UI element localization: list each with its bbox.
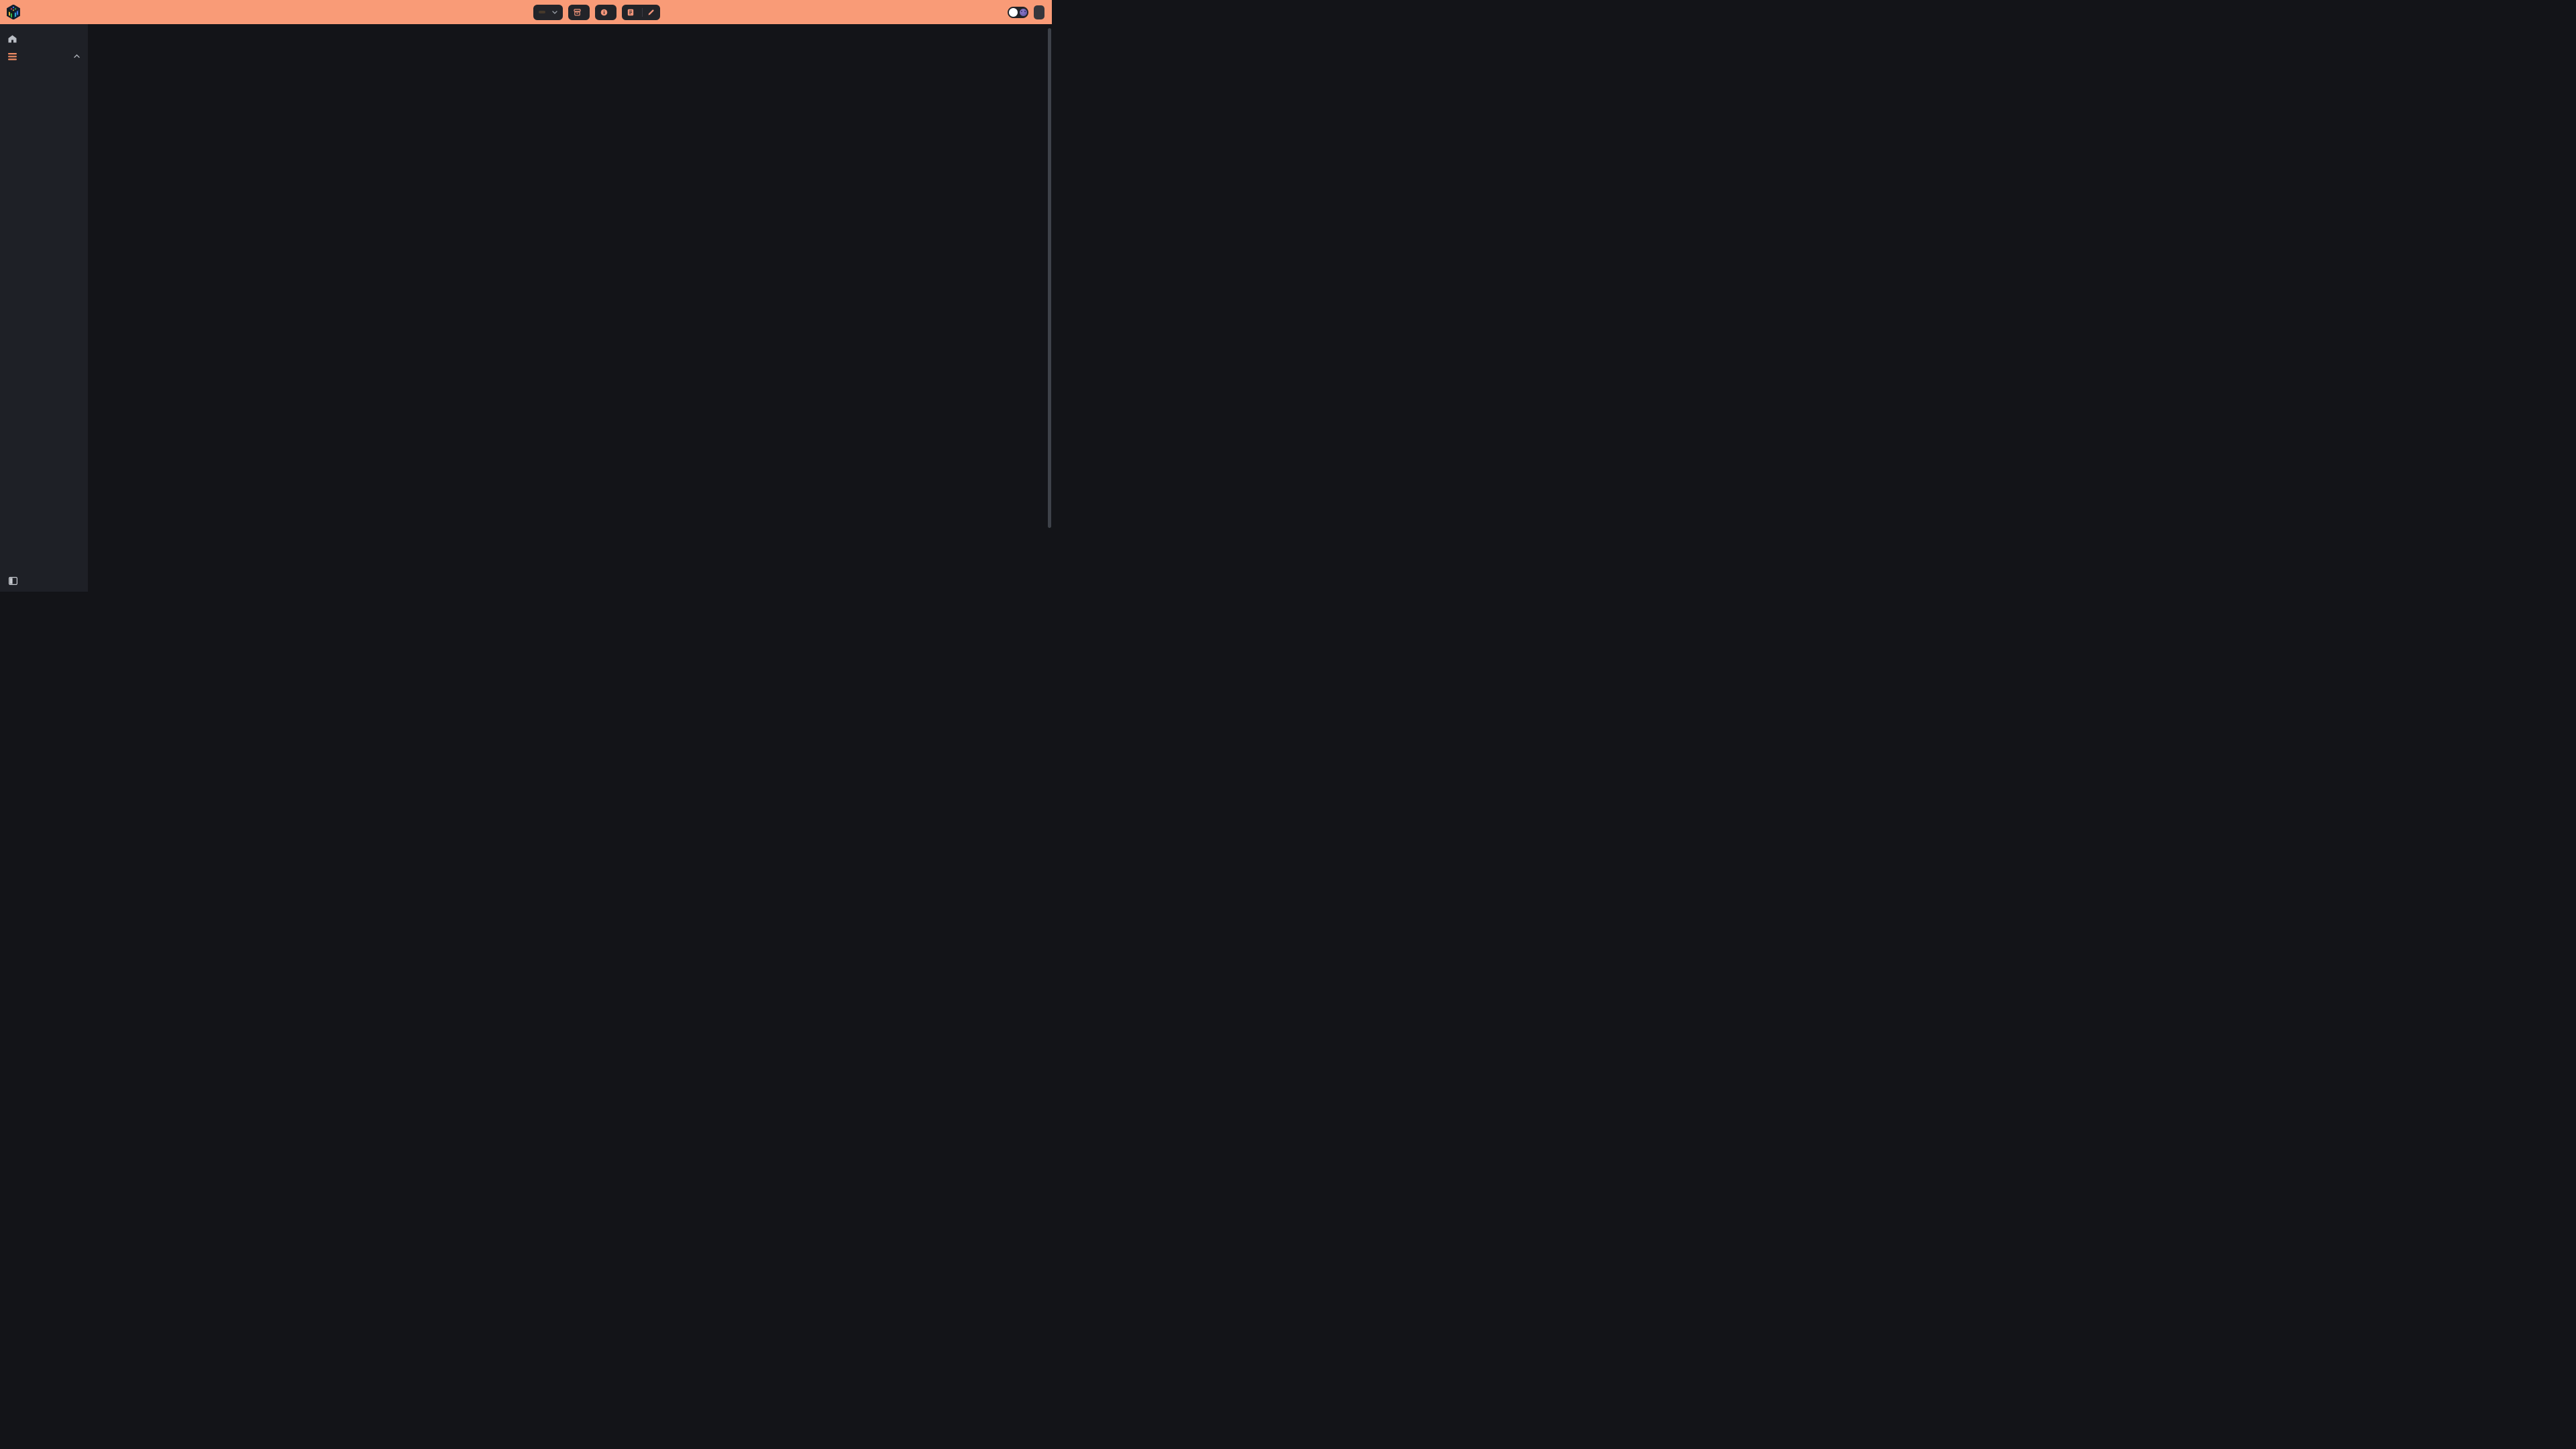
divider bbox=[642, 8, 643, 17]
sidebar bbox=[0, 24, 88, 592]
neetbox-logo-icon bbox=[7, 5, 20, 19]
app-root bbox=[0, 0, 1052, 592]
header-right bbox=[1008, 0, 1044, 24]
main-content bbox=[88, 24, 1052, 592]
top-header bbox=[0, 0, 1052, 24]
note-button-group bbox=[622, 5, 660, 20]
history-badge bbox=[539, 11, 545, 13]
history-selector[interactable] bbox=[533, 5, 563, 20]
sidebar-item-projects[interactable] bbox=[0, 48, 88, 65]
archive-icon bbox=[574, 9, 581, 16]
sidebar-item-overview[interactable] bbox=[0, 30, 88, 48]
info-icon bbox=[600, 9, 608, 16]
toggle-knob bbox=[1009, 8, 1018, 17]
home-icon bbox=[8, 35, 17, 43]
chevron-down-icon bbox=[552, 11, 557, 14]
collapse-sidebar-button[interactable] bbox=[9, 577, 23, 585]
collapse-sidebar-icon bbox=[9, 577, 17, 585]
chevron-up-icon bbox=[74, 54, 80, 58]
moon-icon bbox=[1020, 9, 1027, 16]
login-button[interactable] bbox=[1034, 5, 1044, 19]
dark-mode-toggle[interactable] bbox=[1008, 7, 1028, 18]
manage-button[interactable] bbox=[568, 5, 590, 20]
note-icon[interactable] bbox=[627, 9, 634, 16]
params-button[interactable] bbox=[595, 5, 616, 20]
page-scrollbar[interactable] bbox=[1048, 28, 1051, 528]
header-controls bbox=[533, 0, 660, 24]
projects-list-icon bbox=[8, 53, 17, 60]
edit-pencil-icon[interactable] bbox=[647, 9, 655, 16]
brand[interactable] bbox=[7, 0, 24, 24]
